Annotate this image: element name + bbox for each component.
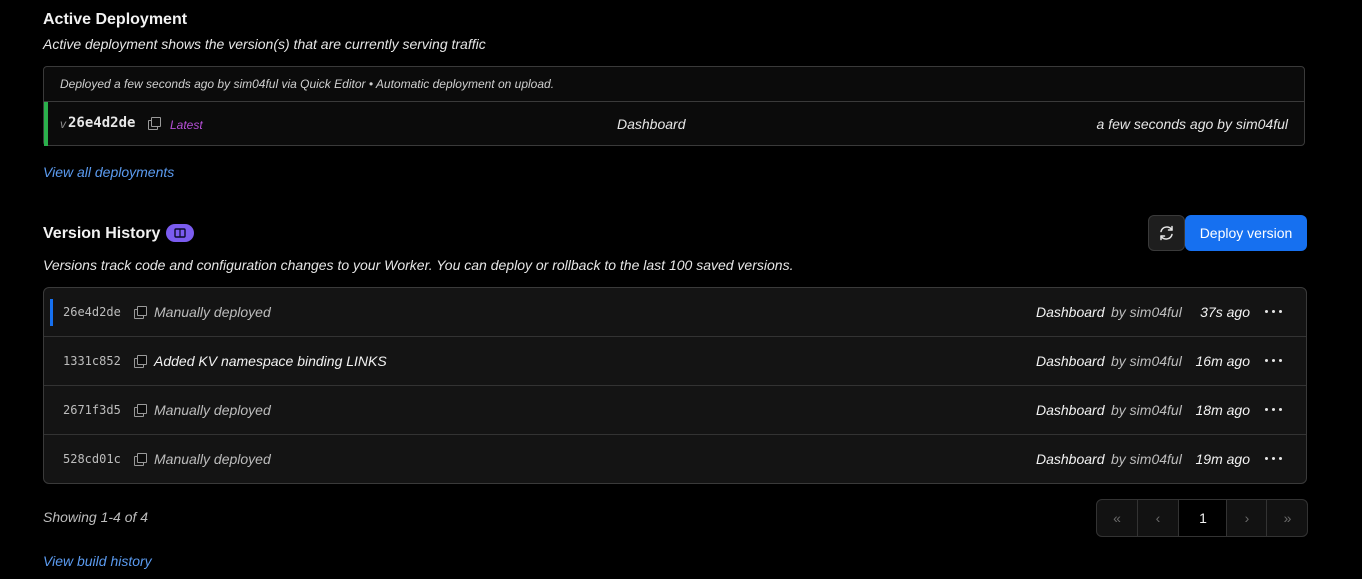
version-source: Dashboard xyxy=(1036,304,1105,320)
copy-icon[interactable] xyxy=(134,306,147,319)
beta-badge xyxy=(166,224,194,242)
deployment-info: Deployed a few seconds ago by sim04ful v… xyxy=(44,67,1304,102)
copy-icon[interactable] xyxy=(134,355,147,368)
page-1-button[interactable]: 1 xyxy=(1178,500,1227,536)
last-page-button[interactable]: » xyxy=(1266,500,1308,536)
first-page-button[interactable]: « xyxy=(1097,500,1137,536)
more-icon[interactable] xyxy=(1264,308,1286,316)
book-icon xyxy=(174,228,186,238)
table-row[interactable]: 26e4d2de Manually deployed Dashboard by … xyxy=(44,288,1306,337)
version-message: Manually deployed xyxy=(154,402,271,418)
version-author: by sim04ful xyxy=(1111,353,1182,369)
table-row[interactable]: 2671f3d5 Manually deployed Dashboard by … xyxy=(44,386,1306,435)
more-icon[interactable] xyxy=(1264,357,1286,365)
version-source: Dashboard xyxy=(1036,402,1105,418)
version-author: by sim04ful xyxy=(1111,402,1182,418)
version-time: 18m ago xyxy=(1195,402,1250,418)
refresh-icon xyxy=(1160,225,1173,241)
prev-page-button[interactable]: ‹ xyxy=(1137,500,1178,536)
version-prefix: v xyxy=(60,117,66,131)
table-row[interactable]: 1331c852 Added KV namespace binding LINK… xyxy=(44,337,1306,386)
version-message: Manually deployed xyxy=(154,304,271,320)
version-history-title: Version History xyxy=(43,225,161,242)
more-icon[interactable] xyxy=(1264,455,1286,463)
version-author: by sim04ful xyxy=(1111,304,1182,320)
pagination: « ‹ 1 › » xyxy=(1096,499,1308,537)
view-build-history-link[interactable]: View build history xyxy=(43,553,152,569)
active-version-id: 26e4d2de xyxy=(68,115,136,131)
latest-label: Latest xyxy=(170,118,203,132)
version-source: Dashboard xyxy=(1036,353,1105,369)
active-indicator xyxy=(44,102,48,146)
more-icon[interactable] xyxy=(1264,406,1286,414)
next-page-button[interactable]: › xyxy=(1226,500,1267,536)
version-source: Dashboard xyxy=(1036,451,1105,467)
version-time: 37s ago xyxy=(1200,304,1250,320)
active-deployment-card: Deployed a few seconds ago by sim04ful v… xyxy=(43,66,1305,146)
active-deployment-title: Active Deployment xyxy=(43,11,188,28)
copy-icon[interactable] xyxy=(134,453,147,466)
active-deployment-subtitle: Active deployment shows the version(s) t… xyxy=(43,36,486,52)
active-version-row: v 26e4d2de Latest Dashboard a few second… xyxy=(44,102,1304,146)
version-message: Added KV namespace binding LINKS xyxy=(154,353,387,369)
version-author: by sim04ful xyxy=(1111,451,1182,467)
version-time: 19m ago xyxy=(1195,451,1250,467)
version-id: 26e4d2de xyxy=(63,305,121,319)
version-message: Manually deployed xyxy=(154,451,271,467)
version-time: 16m ago xyxy=(1195,353,1250,369)
version-id: 1331c852 xyxy=(63,354,121,368)
version-table: 26e4d2de Manually deployed Dashboard by … xyxy=(43,287,1307,484)
version-history-subtitle: Versions track code and configuration ch… xyxy=(43,257,794,273)
version-id: 2671f3d5 xyxy=(63,403,121,417)
active-source: Dashboard xyxy=(617,116,686,132)
copy-icon[interactable] xyxy=(148,117,161,130)
table-row[interactable]: 528cd01c Manually deployed Dashboard by … xyxy=(44,435,1306,483)
active-time: a few seconds ago by sim04ful xyxy=(1096,116,1288,132)
version-id: 528cd01c xyxy=(63,452,121,466)
view-all-deployments-link[interactable]: View all deployments xyxy=(43,164,174,180)
deploy-version-button[interactable]: Deploy version xyxy=(1185,215,1307,251)
refresh-button[interactable] xyxy=(1148,215,1185,251)
copy-icon[interactable] xyxy=(134,404,147,417)
showing-count: Showing 1-4 of 4 xyxy=(43,509,149,525)
current-version-indicator xyxy=(50,299,53,326)
